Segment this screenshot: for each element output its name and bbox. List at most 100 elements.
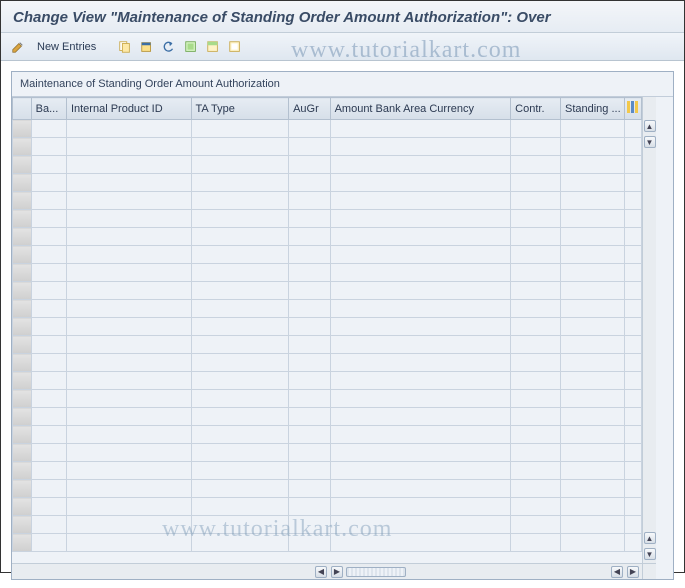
cell[interactable] — [560, 156, 624, 174]
table-row[interactable] — [13, 354, 642, 372]
cell[interactable] — [191, 390, 289, 408]
table-row[interactable] — [13, 156, 642, 174]
row-selector[interactable] — [13, 174, 32, 192]
table-row[interactable] — [13, 516, 642, 534]
cell[interactable] — [31, 210, 66, 228]
cell[interactable] — [289, 300, 331, 318]
cell[interactable] — [31, 174, 66, 192]
cell[interactable] — [191, 192, 289, 210]
cell[interactable] — [289, 138, 331, 156]
cell[interactable] — [66, 426, 191, 444]
cell[interactable] — [511, 138, 561, 156]
cell[interactable] — [289, 174, 331, 192]
cell[interactable] — [31, 534, 66, 552]
column-header-standing[interactable]: Standing ... — [560, 98, 624, 120]
cell[interactable] — [289, 120, 331, 138]
cell[interactable] — [560, 228, 624, 246]
cell[interactable] — [289, 228, 331, 246]
cell[interactable] — [330, 408, 511, 426]
cell[interactable] — [330, 498, 511, 516]
cell[interactable] — [31, 282, 66, 300]
cell[interactable] — [330, 300, 511, 318]
scroll-left-end-icon[interactable]: ◀ — [611, 566, 623, 578]
table-row[interactable] — [13, 120, 642, 138]
row-selector[interactable] — [13, 336, 32, 354]
scroll-right-icon[interactable]: ▶ — [331, 566, 343, 578]
cell[interactable] — [511, 156, 561, 174]
cell[interactable] — [330, 156, 511, 174]
cell[interactable] — [191, 480, 289, 498]
cell[interactable] — [289, 534, 331, 552]
row-selector[interactable] — [13, 246, 32, 264]
cell[interactable] — [191, 462, 289, 480]
row-selector[interactable] — [13, 426, 32, 444]
cell[interactable] — [330, 462, 511, 480]
cell[interactable] — [66, 462, 191, 480]
cell[interactable] — [330, 138, 511, 156]
row-selector[interactable] — [13, 354, 32, 372]
row-selector[interactable] — [13, 264, 32, 282]
cell[interactable] — [511, 120, 561, 138]
cell[interactable] — [330, 390, 511, 408]
cell[interactable] — [191, 444, 289, 462]
cell[interactable] — [511, 516, 561, 534]
table-row[interactable] — [13, 228, 642, 246]
cell[interactable] — [330, 534, 511, 552]
row-selector[interactable] — [13, 282, 32, 300]
table-row[interactable] — [13, 174, 642, 192]
cell[interactable] — [66, 228, 191, 246]
row-selector[interactable] — [13, 462, 32, 480]
cell[interactable] — [289, 282, 331, 300]
cell[interactable] — [66, 480, 191, 498]
cell[interactable] — [66, 210, 191, 228]
table-row[interactable] — [13, 426, 642, 444]
cell[interactable] — [511, 408, 561, 426]
configure-columns-icon[interactable] — [625, 98, 642, 120]
cell[interactable] — [31, 498, 66, 516]
cell[interactable] — [289, 426, 331, 444]
cell[interactable] — [31, 372, 66, 390]
cell[interactable] — [560, 282, 624, 300]
cell[interactable] — [289, 462, 331, 480]
row-selector[interactable] — [13, 120, 32, 138]
cell[interactable] — [560, 390, 624, 408]
cell[interactable] — [66, 192, 191, 210]
cell[interactable] — [560, 174, 624, 192]
cell[interactable] — [191, 498, 289, 516]
cell[interactable] — [191, 372, 289, 390]
cell[interactable] — [66, 156, 191, 174]
column-header-contr[interactable]: Contr. — [511, 98, 561, 120]
cell[interactable] — [289, 192, 331, 210]
cell[interactable] — [330, 480, 511, 498]
row-selector[interactable] — [13, 318, 32, 336]
cell[interactable] — [330, 174, 511, 192]
cell[interactable] — [191, 120, 289, 138]
scroll-up-bottom-icon[interactable]: ▲ — [644, 532, 656, 544]
cell[interactable] — [560, 408, 624, 426]
column-header-bank-area[interactable]: Ba... — [31, 98, 66, 120]
row-selector[interactable] — [13, 480, 32, 498]
cell[interactable] — [31, 480, 66, 498]
cell[interactable] — [560, 534, 624, 552]
cell[interactable] — [191, 516, 289, 534]
horizontal-scrollbar[interactable]: ◀ ▶ ◀ ▶ — [12, 563, 642, 579]
scroll-down-bottom-icon[interactable]: ▼ — [644, 548, 656, 560]
cell[interactable] — [31, 120, 66, 138]
cell[interactable] — [31, 318, 66, 336]
cell[interactable] — [560, 480, 624, 498]
cell[interactable] — [289, 390, 331, 408]
cell[interactable] — [289, 444, 331, 462]
table-row[interactable] — [13, 210, 642, 228]
cell[interactable] — [560, 444, 624, 462]
cell[interactable] — [191, 336, 289, 354]
column-header-ta-type[interactable]: TA Type — [191, 98, 289, 120]
cell[interactable] — [289, 498, 331, 516]
cell[interactable] — [560, 138, 624, 156]
cell[interactable] — [191, 138, 289, 156]
row-selector[interactable] — [13, 390, 32, 408]
cell[interactable] — [511, 354, 561, 372]
cell[interactable] — [511, 444, 561, 462]
cell[interactable] — [330, 444, 511, 462]
cell[interactable] — [511, 282, 561, 300]
scroll-down-icon[interactable]: ▼ — [644, 136, 656, 148]
